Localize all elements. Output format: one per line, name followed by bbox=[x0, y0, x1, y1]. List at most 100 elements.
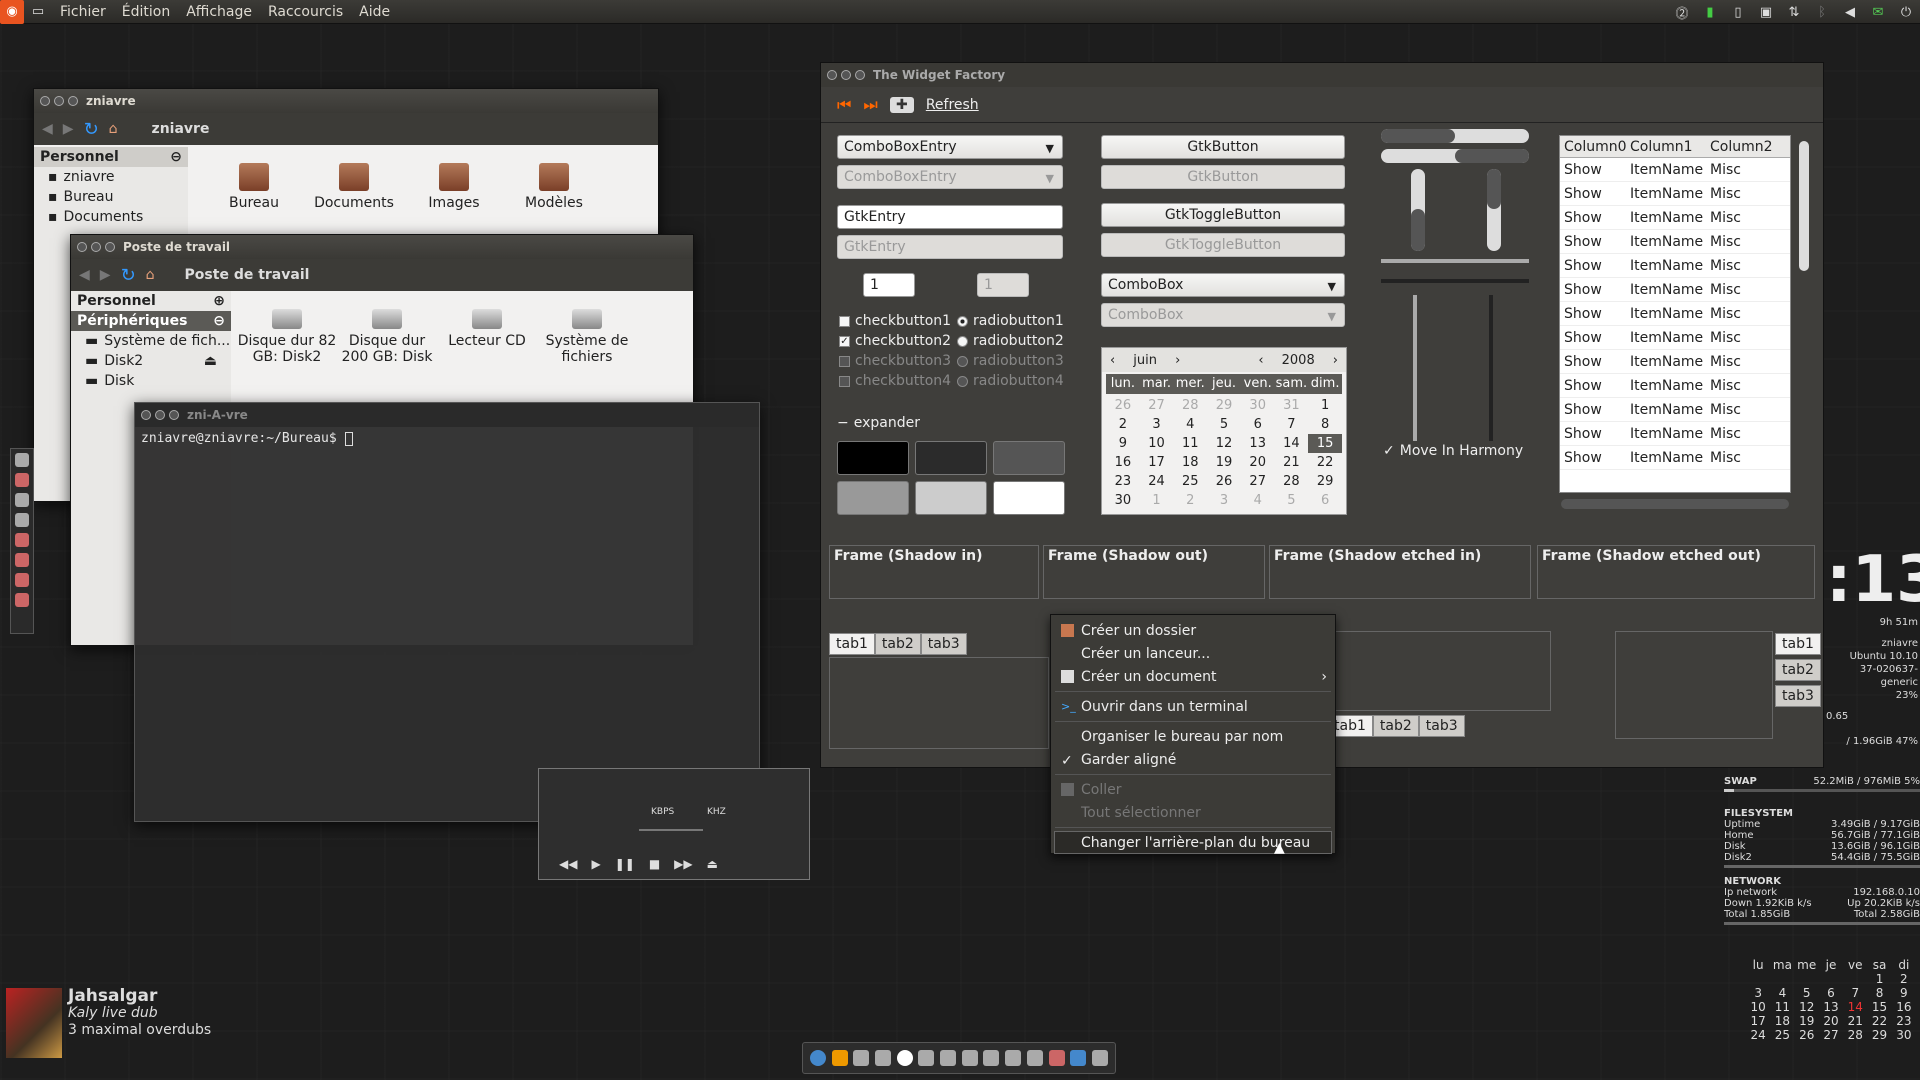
prev-year-icon[interactable]: ‹ bbox=[1258, 353, 1263, 368]
checkbutton2[interactable]: ✓ checkbutton2 bbox=[839, 333, 951, 349]
home-icon[interactable]: ⌂ bbox=[146, 267, 155, 283]
radiobutton2[interactable]: radiobutton2 bbox=[957, 333, 1064, 349]
update-icon[interactable]: ⓶ bbox=[1674, 4, 1690, 22]
volume-slider[interactable] bbox=[639, 829, 703, 831]
workstation-titlebar[interactable]: Poste de travail bbox=[71, 235, 693, 259]
mail-icon[interactable]: ✉ bbox=[1870, 4, 1886, 20]
calendar-day[interactable]: 3 bbox=[1140, 415, 1174, 434]
calendar-day[interactable]: 20 bbox=[1241, 453, 1275, 472]
device-item[interactable]: Lecteur CD bbox=[437, 301, 537, 365]
scale-horizontal[interactable] bbox=[1381, 149, 1529, 163]
maximize-button[interactable] bbox=[105, 242, 115, 252]
table-row[interactable]: Show ItemName Misc bbox=[1560, 206, 1790, 230]
volume-icon[interactable]: ◀ bbox=[1842, 4, 1858, 20]
color-swatch[interactable] bbox=[915, 481, 987, 515]
folder-item[interactable]: Images bbox=[404, 155, 504, 211]
calendar-day[interactable]: 16 bbox=[1106, 453, 1140, 472]
menu-item-create-launcher[interactable]: Créer un lanceur... bbox=[1051, 642, 1335, 665]
ubuntu-logo-icon[interactable]: ◉ bbox=[0, 0, 24, 24]
calendar-day[interactable]: 4 bbox=[1241, 491, 1275, 510]
radiobutton1[interactable]: radiobutton1 bbox=[957, 313, 1064, 329]
scale-vertical[interactable] bbox=[1411, 169, 1425, 251]
maximize-button[interactable] bbox=[68, 96, 78, 106]
combo-entry[interactable]: ComboBoxEntry ▼ bbox=[837, 135, 1063, 159]
launcher-icon[interactable] bbox=[15, 473, 29, 487]
calendar-day[interactable]: 25 bbox=[1173, 472, 1207, 491]
calendar-day[interactable]: 27 bbox=[1140, 396, 1174, 415]
calendar-day[interactable]: 26 bbox=[1207, 472, 1241, 491]
usb-icon[interactable]: ▯ bbox=[1730, 4, 1746, 20]
network-icon[interactable]: ⇅ bbox=[1786, 4, 1802, 20]
tab-3[interactable]: tab3 bbox=[920, 633, 967, 655]
minimize-button[interactable] bbox=[155, 410, 165, 420]
dock-icon[interactable] bbox=[1091, 1050, 1108, 1066]
back-icon[interactable]: ◀ bbox=[42, 121, 53, 137]
scale-vertical[interactable] bbox=[1487, 169, 1501, 251]
forward-icon[interactable]: ▶ bbox=[100, 267, 111, 283]
chevron-down-icon[interactable]: ▼ bbox=[1328, 280, 1336, 293]
calendar-day[interactable]: 5 bbox=[1275, 491, 1309, 510]
menu-edition[interactable]: Édition bbox=[114, 4, 178, 20]
device-item[interactable]: Disque dur 200 GB: Disk bbox=[337, 301, 437, 365]
table-row[interactable]: Show ItemName Misc bbox=[1560, 374, 1790, 398]
calendar-day[interactable]: 28 bbox=[1275, 472, 1309, 491]
sidebar-item[interactable]: ▪ zniavre bbox=[34, 167, 188, 187]
next-month-icon[interactable]: › bbox=[1175, 353, 1180, 368]
calendar-day[interactable]: 6 bbox=[1308, 491, 1342, 510]
sidebar-header-peripheriques[interactable]: Périphériques bbox=[77, 313, 187, 329]
calendar-day[interactable]: 23 bbox=[1106, 472, 1140, 491]
calendar-day[interactable]: 24 bbox=[1140, 472, 1174, 491]
slider-vertical[interactable] bbox=[1413, 295, 1417, 441]
rewind-icon[interactable]: ◀◀ bbox=[559, 857, 577, 871]
maximize-button[interactable] bbox=[169, 410, 179, 420]
reload-icon[interactable]: ↻ bbox=[121, 265, 136, 286]
device-item[interactable]: Système de fichiers bbox=[537, 301, 637, 365]
calendar-day[interactable]: 27 bbox=[1241, 472, 1275, 491]
checkbutton1[interactable]: checkbutton1 bbox=[839, 313, 951, 329]
gtk-button[interactable]: GtkButton bbox=[1101, 135, 1345, 159]
dock-icon[interactable] bbox=[1026, 1050, 1043, 1066]
table-row[interactable]: Show ItemName Misc bbox=[1560, 230, 1790, 254]
chevron-down-icon[interactable]: ▼ bbox=[1046, 142, 1054, 155]
close-button[interactable] bbox=[827, 70, 837, 80]
spin-button[interactable]: 1 bbox=[863, 273, 915, 297]
cpu-monitor-icon[interactable]: ▮ bbox=[1702, 4, 1718, 20]
table-row[interactable]: Show ItemName Misc bbox=[1560, 326, 1790, 350]
sidebar-item[interactable]: ▬ Système de fich... bbox=[71, 331, 231, 351]
menu-item-change-background[interactable]: Changer l'arrière-plan du bureau bbox=[1054, 831, 1332, 854]
table-row[interactable]: Show ItemName Misc bbox=[1560, 446, 1790, 470]
folder-item[interactable]: Modèles bbox=[504, 155, 604, 211]
refresh-button[interactable]: Refresh bbox=[926, 97, 979, 113]
calendar-day[interactable]: 22 bbox=[1308, 453, 1342, 472]
file-manager-titlebar[interactable]: zniavre bbox=[34, 89, 658, 113]
close-button[interactable] bbox=[141, 410, 151, 420]
color-swatch[interactable] bbox=[915, 441, 987, 475]
minimize-button[interactable] bbox=[91, 242, 101, 252]
calendar-day[interactable]: 8 bbox=[1308, 415, 1342, 434]
calendar-day[interactable]: 21 bbox=[1275, 453, 1309, 472]
dock-icon[interactable] bbox=[1005, 1050, 1022, 1066]
calendar-day[interactable]: 30 bbox=[1241, 396, 1275, 415]
calendar-day[interactable]: 1 bbox=[1308, 396, 1342, 415]
dock-icon[interactable] bbox=[831, 1050, 848, 1066]
launcher-icon[interactable] bbox=[15, 513, 29, 527]
bluetooth-icon[interactable]: ᛒ bbox=[1814, 4, 1830, 20]
back-icon[interactable]: ⏮ bbox=[837, 95, 851, 115]
launcher-icon[interactable] bbox=[15, 493, 29, 507]
color-swatch[interactable] bbox=[993, 481, 1065, 515]
calendar-day[interactable]: 17 bbox=[1140, 453, 1174, 472]
calendar-day[interactable]: 26 bbox=[1106, 396, 1140, 415]
launcher-icon[interactable] bbox=[15, 553, 29, 567]
table-row[interactable]: Show ItemName Misc bbox=[1560, 398, 1790, 422]
prev-month-icon[interactable]: ‹ bbox=[1110, 353, 1115, 368]
monitor-icon[interactable]: ▭ bbox=[30, 4, 46, 20]
table-row[interactable]: Show ItemName Misc bbox=[1560, 278, 1790, 302]
dock-icon[interactable] bbox=[874, 1050, 891, 1066]
forward-icon[interactable]: ▶ bbox=[63, 121, 74, 137]
table-row[interactable]: Show ItemName Misc bbox=[1560, 182, 1790, 206]
tab-3[interactable]: tab3 bbox=[1775, 685, 1821, 707]
calendar-day[interactable]: 29 bbox=[1207, 396, 1241, 415]
power-icon[interactable]: ⏻ bbox=[1898, 4, 1914, 20]
table-row[interactable]: Show ItemName Misc bbox=[1560, 302, 1790, 326]
tab-1[interactable]: tab1 bbox=[1775, 633, 1821, 655]
